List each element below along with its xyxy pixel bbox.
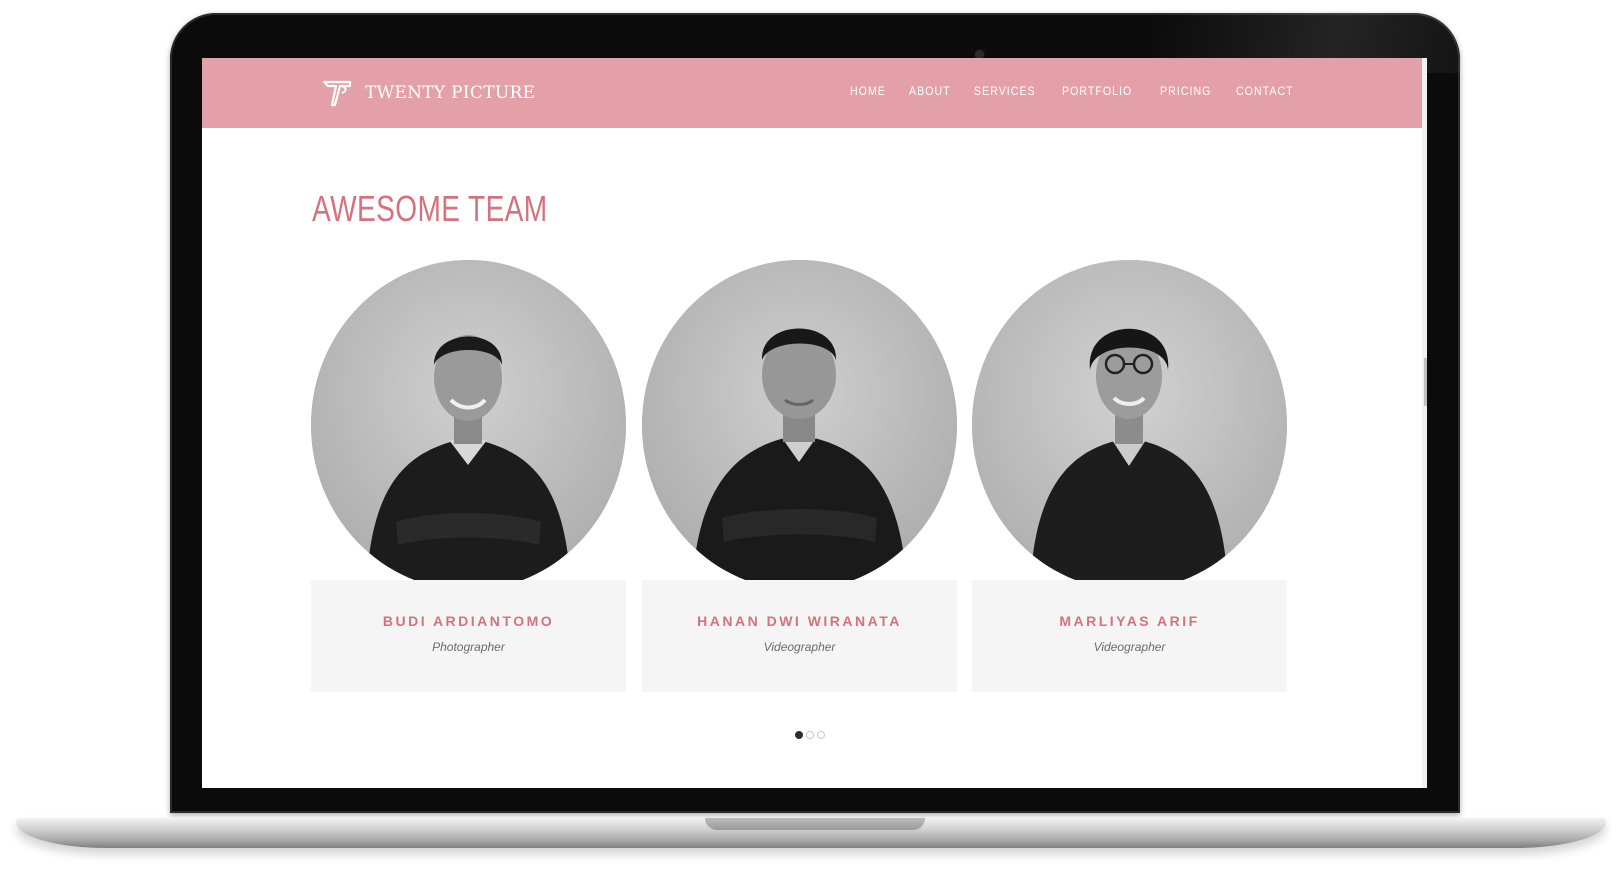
laptop-notch	[705, 818, 925, 830]
scroll-up-icon[interactable]: ▲	[1422, 58, 1427, 72]
section-title: AWESOME TEAM	[312, 188, 548, 229]
carousel-dot[interactable]	[795, 731, 803, 739]
nav-about[interactable]: ABOUT	[909, 84, 951, 98]
member-role: Videographer	[1093, 640, 1166, 654]
scroll-thumb[interactable]	[1424, 358, 1427, 406]
member-photo	[642, 260, 957, 590]
brand-logo-icon[interactable]	[322, 78, 354, 108]
browser-viewport: TWENTY PICTURE HOME ABOUT SERVICES PORTF…	[202, 58, 1427, 788]
carousel-dot[interactable]	[806, 731, 814, 739]
member-info: HANAN DWI WIRANATA Videographer	[642, 580, 957, 692]
page-scrollbar[interactable]: ▲ ▼	[1422, 58, 1427, 788]
member-info: BUDI ARDIANTOMO Photographer	[311, 580, 626, 692]
member-photo	[972, 260, 1287, 590]
team-card: HANAN DWI WIRANATA Videographer	[642, 260, 957, 692]
scroll-down-icon[interactable]: ▼	[1422, 774, 1427, 788]
member-role: Videographer	[763, 640, 836, 654]
nav-home[interactable]: HOME	[850, 84, 886, 98]
nav-pricing[interactable]: PRICING	[1160, 84, 1211, 98]
member-role: Photographer	[432, 640, 505, 654]
nav-portfolio[interactable]: PORTFOLIO	[1062, 84, 1132, 98]
nav-services[interactable]: SERVICES	[974, 84, 1036, 98]
team-card: MARLIYAS ARIF Videographer	[972, 260, 1287, 692]
carousel-pagination	[795, 731, 825, 739]
member-name: BUDI ARDIANTOMO	[382, 613, 555, 629]
member-info: MARLIYAS ARIF Videographer	[972, 580, 1287, 692]
site-header: TWENTY PICTURE HOME ABOUT SERVICES PORTF…	[202, 58, 1422, 128]
team-card: BUDI ARDIANTOMO Photographer	[311, 260, 626, 692]
member-photo	[311, 260, 626, 590]
nav-contact[interactable]: CONTACT	[1236, 84, 1294, 98]
brand-name[interactable]: TWENTY PICTURE	[365, 83, 535, 103]
main-nav: HOME ABOUT SERVICES PORTFOLIO PRICING CO…	[850, 84, 1302, 98]
member-name: HANAN DWI WIRANATA	[697, 613, 902, 629]
member-name: MARLIYAS ARIF	[1059, 613, 1200, 629]
carousel-dot[interactable]	[817, 731, 825, 739]
